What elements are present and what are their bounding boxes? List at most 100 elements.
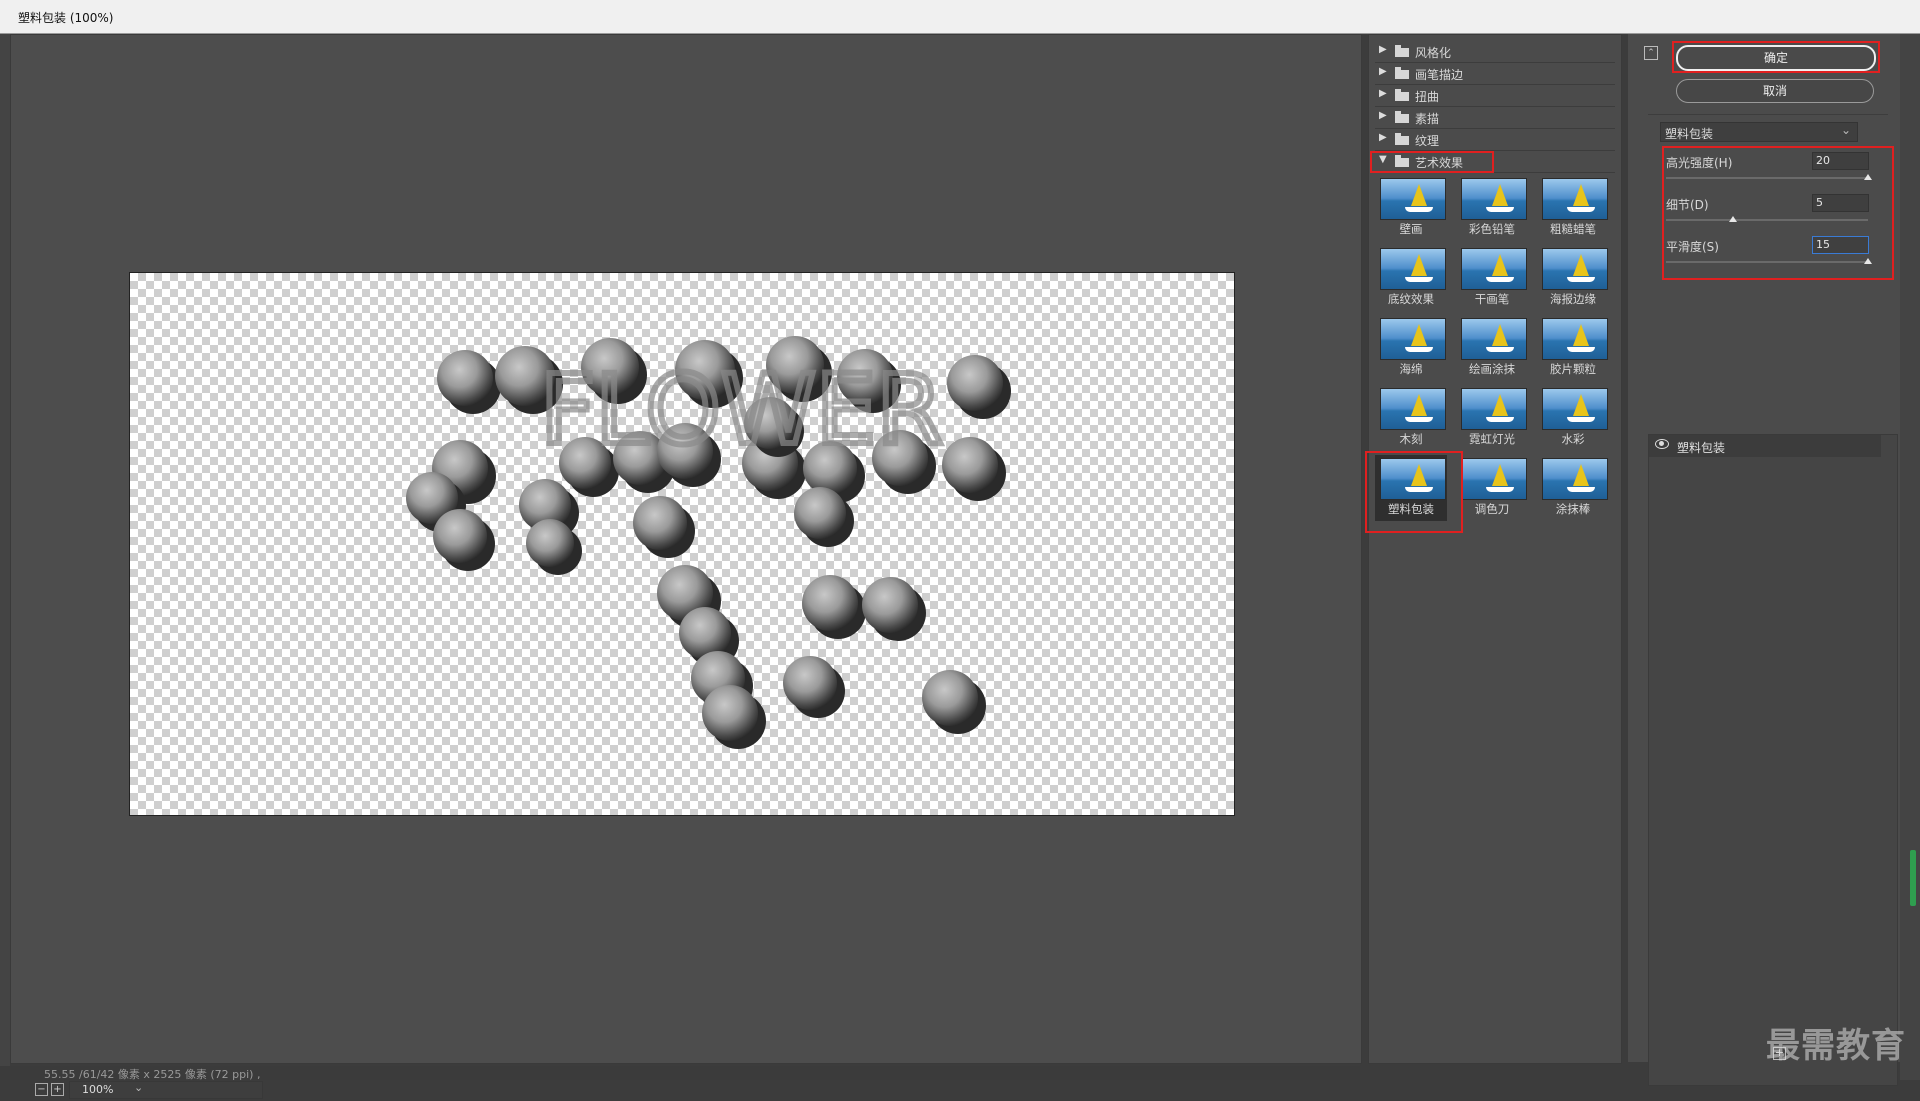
filter-thumb[interactable]: 木刻 bbox=[1375, 385, 1447, 451]
blob bbox=[862, 577, 918, 633]
filter-thumb-label: 壁画 bbox=[1399, 222, 1423, 236]
filter-thumb-label: 水彩 bbox=[1561, 432, 1585, 446]
filter-thumb-label: 海绵 bbox=[1399, 362, 1423, 376]
blob bbox=[679, 607, 731, 659]
highlight-box-params bbox=[1662, 146, 1894, 280]
category-label: 素描 bbox=[1415, 112, 1440, 126]
filter-thumb-image bbox=[1380, 318, 1446, 360]
left-edge bbox=[0, 34, 10, 1080]
filter-thumb-label: 底纹效果 bbox=[1388, 292, 1434, 306]
blob bbox=[922, 670, 978, 726]
zoom-in-icon[interactable]: + bbox=[51, 1083, 64, 1096]
highlight-box-ok bbox=[1672, 41, 1880, 73]
effect-layers-panel: 塑料包装 + bbox=[1648, 434, 1898, 1086]
filter-thumb[interactable]: 底纹效果 bbox=[1375, 245, 1447, 311]
expand-arrow-icon: ▶ bbox=[1379, 110, 1387, 121]
filter-thumb-image bbox=[1461, 248, 1527, 290]
filter-thumb[interactable]: 海报边缘 bbox=[1537, 245, 1609, 311]
filter-thumb[interactable]: 霓虹灯光 bbox=[1456, 385, 1528, 451]
category-brush-strokes[interactable]: ▶ 画笔描边 bbox=[1375, 63, 1615, 85]
filter-thumb[interactable]: 调色刀 bbox=[1456, 455, 1528, 521]
filter-thumb-image bbox=[1542, 318, 1608, 360]
folder-icon bbox=[1395, 89, 1409, 101]
filter-thumb[interactable]: 彩色铅笔 bbox=[1456, 175, 1528, 241]
blob bbox=[794, 487, 846, 539]
collapse-icon[interactable]: ⌃ bbox=[1644, 46, 1658, 60]
plastic-wrap-artwork: FLOWER bbox=[406, 336, 1011, 749]
filter-select[interactable]: 塑料包装 ⌄ bbox=[1660, 122, 1858, 142]
expand-arrow-icon: ▶ bbox=[1379, 132, 1387, 143]
filter-thumb[interactable]: 水彩 bbox=[1537, 385, 1609, 451]
blob bbox=[433, 509, 487, 563]
expand-arrow-icon: ▶ bbox=[1379, 66, 1387, 77]
category-label: 风格化 bbox=[1415, 46, 1452, 60]
filter-thumb-image bbox=[1380, 178, 1446, 220]
scroll-indicator bbox=[1910, 850, 1916, 906]
chevron-down-icon: ⌄ bbox=[134, 1081, 144, 1094]
filter-thumb[interactable]: 干画笔 bbox=[1456, 245, 1528, 311]
filter-thumb-label: 彩色铅笔 bbox=[1469, 222, 1515, 236]
filter-thumb[interactable]: 壁画 bbox=[1375, 175, 1447, 241]
effect-layer-label: 塑料包装 bbox=[1677, 441, 1726, 455]
blob bbox=[942, 437, 998, 493]
filter-thumb-label: 霓虹灯光 bbox=[1469, 432, 1515, 446]
folder-icon bbox=[1395, 133, 1409, 145]
category-sketch[interactable]: ▶ 素描 bbox=[1375, 107, 1615, 129]
watermark: 最需教育 bbox=[1766, 1026, 1906, 1066]
category-label: 画笔描边 bbox=[1415, 68, 1464, 82]
filter-thumb-label: 胶片颗粒 bbox=[1550, 362, 1596, 376]
divider bbox=[1648, 114, 1888, 115]
zoom-select[interactable]: 100% ⌄ bbox=[69, 1081, 263, 1099]
highlight-box-thumb bbox=[1365, 451, 1463, 533]
category-distort[interactable]: ▶ 扭曲 bbox=[1375, 85, 1615, 107]
filter-thumb-image bbox=[1542, 458, 1608, 500]
cancel-button[interactable]: 取消 bbox=[1676, 79, 1874, 103]
right-edge bbox=[1900, 34, 1920, 1080]
effect-layer-row[interactable]: 塑料包装 bbox=[1649, 435, 1881, 457]
filter-thumb[interactable]: 海绵 bbox=[1375, 315, 1447, 381]
control-panel: ⌃ 确定 取消 塑料包装 ⌄ 高光强度(H) 20 细节(D) 5 平滑度(S)… bbox=[1628, 34, 1900, 1086]
filter-thumb[interactable]: 胶片颗粒 bbox=[1537, 315, 1609, 381]
filter-thumb-image bbox=[1461, 318, 1527, 360]
status-bar: 55.55 /61/42 像素 x 2525 像素 (72 ppi) , bbox=[0, 1066, 1360, 1081]
folder-icon bbox=[1395, 45, 1409, 57]
filter-thumb-image bbox=[1461, 388, 1527, 430]
highlight-box-category bbox=[1370, 151, 1494, 173]
filter-thumb-label: 涂抹棒 bbox=[1555, 502, 1591, 516]
title-bar: 塑料包装 (100%) bbox=[0, 0, 1920, 34]
filter-thumb-label: 海报边缘 bbox=[1550, 292, 1596, 306]
window-title: 塑料包装 (100%) bbox=[18, 11, 114, 25]
zoom-out-icon[interactable]: − bbox=[35, 1083, 48, 1096]
filter-thumb-image bbox=[1542, 248, 1608, 290]
blob bbox=[947, 355, 1003, 411]
zoom-value: 100% bbox=[82, 1083, 114, 1096]
filter-thumb-image bbox=[1461, 178, 1527, 220]
filter-thumb[interactable]: 涂抹棒 bbox=[1537, 455, 1609, 521]
preview-bottom-bar: − + 100% ⌄ bbox=[21, 1079, 1371, 1101]
preview-area[interactable]: FLOWER − + 100% ⌄ bbox=[10, 34, 1362, 1099]
filter-thumb-label: 干画笔 bbox=[1474, 292, 1510, 306]
filter-thumb-label: 调色刀 bbox=[1474, 502, 1510, 516]
blob bbox=[526, 519, 574, 567]
filter-thumb-label: 粗糙蜡笔 bbox=[1550, 222, 1596, 236]
filter-thumb-image bbox=[1461, 458, 1527, 500]
blob bbox=[633, 496, 687, 550]
category-stylize[interactable]: ▶ 风格化 bbox=[1375, 41, 1615, 63]
filter-thumb-image bbox=[1542, 178, 1608, 220]
filter-gallery: ▶ 风格化 ▶ 画笔描边 ▶ 扭曲 ▶ 素描 ▶ 纹理 ▼ 艺术效果 壁画 彩色铅… bbox=[1365, 34, 1622, 1064]
filter-thumb-image bbox=[1542, 388, 1608, 430]
filter-thumb[interactable]: 绘画涂抹 bbox=[1456, 315, 1528, 381]
eye-icon[interactable] bbox=[1655, 439, 1669, 449]
category-label: 纹理 bbox=[1415, 134, 1440, 148]
blob bbox=[702, 685, 758, 741]
preview-canvas: FLOWER bbox=[129, 272, 1235, 816]
folder-icon bbox=[1395, 111, 1409, 123]
filter-thumb[interactable]: 粗糙蜡笔 bbox=[1537, 175, 1609, 241]
expand-arrow-icon: ▶ bbox=[1379, 88, 1387, 99]
canvas-text: FLOWER bbox=[540, 354, 943, 466]
filter-thumb-image bbox=[1380, 388, 1446, 430]
category-texture[interactable]: ▶ 纹理 bbox=[1375, 129, 1615, 151]
expand-arrow-icon: ▶ bbox=[1379, 44, 1387, 55]
filter-thumb-image bbox=[1380, 248, 1446, 290]
filter-thumb-label: 绘画涂抹 bbox=[1469, 362, 1515, 376]
